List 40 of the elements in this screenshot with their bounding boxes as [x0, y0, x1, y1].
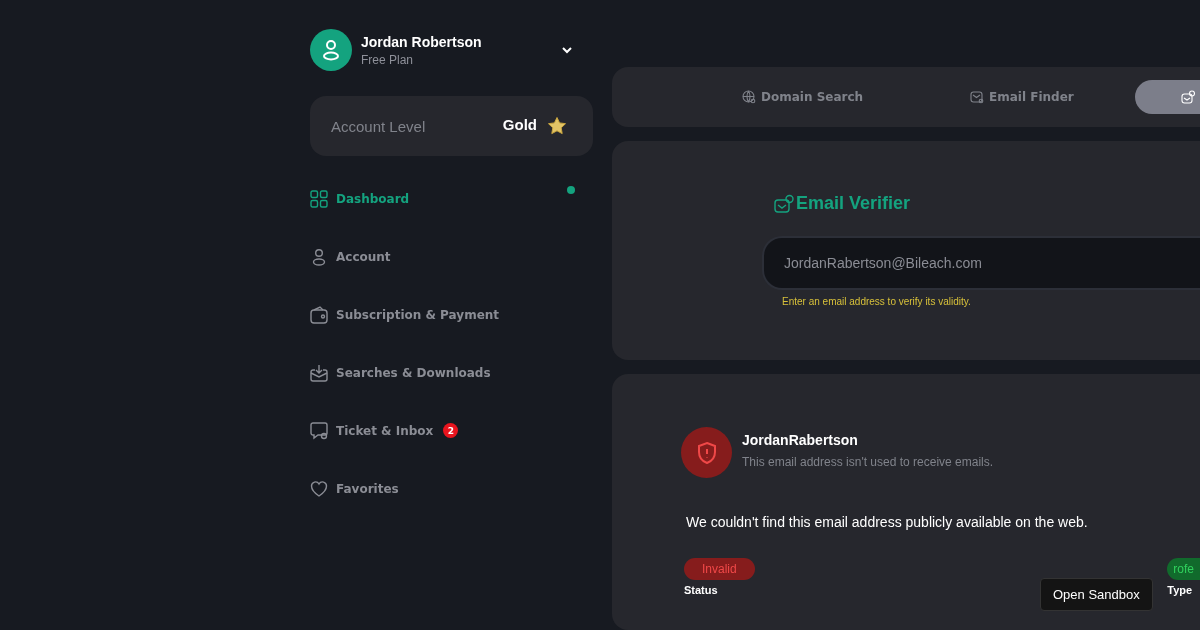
- email-input-field[interactable]: JordanRabertson@Bileach.com: [762, 236, 1200, 290]
- result-subtitle: This email address isn't used to receive emails.: [742, 455, 994, 469]
- count-badge: 2: [443, 423, 459, 438]
- result-name: JordanRabertson: [742, 432, 859, 448]
- field-label: Status: [684, 584, 719, 596]
- heart-icon: [310, 479, 328, 498]
- wallet-icon: [310, 305, 328, 324]
- sidebar-item[interactable]: Dashboard: [310, 180, 593, 217]
- grid-icon: [310, 189, 328, 208]
- field-label: Type: [1167, 584, 1194, 596]
- download-icon: [310, 363, 328, 382]
- sidebar-item[interactable]: Ticket & Inbox 2: [310, 412, 593, 449]
- chat-icon: [310, 421, 328, 440]
- user-plan: Free Plan: [361, 52, 415, 67]
- account-level-value: Gold: [502, 115, 537, 133]
- user-name: Jordan Robertson: [361, 33, 483, 50]
- globe-icon: [742, 90, 756, 104]
- result-message: We couldn't find this email address publicly available on the web.: [686, 514, 1089, 530]
- field-hint: Enter an email address to verify its validity.: [782, 296, 972, 307]
- mail-check-icon: [1181, 90, 1195, 104]
- tab[interactable]: [1135, 80, 1200, 114]
- mail-search-icon: [970, 90, 984, 104]
- tab[interactable]: Email Finder: [970, 80, 1135, 114]
- sidebar-item[interactable]: Favorites: [310, 470, 593, 507]
- sidebar-item[interactable]: Subscription & Payment: [310, 296, 593, 333]
- mail-check-icon: [774, 193, 794, 214]
- account-level-label: Account Level: [331, 117, 427, 135]
- sidebar-item[interactable]: Account: [310, 238, 593, 275]
- star-icon: [547, 116, 567, 136]
- avatar: [310, 29, 352, 71]
- verifier-title: Email Verifier: [796, 193, 911, 214]
- sidebar-item[interactable]: Searches & Downloads: [310, 354, 593, 391]
- user-icon: [310, 247, 328, 266]
- shield-alert-icon: [681, 427, 732, 478]
- status-badge: Invalid: [684, 558, 755, 580]
- status-badge: rofe: [1167, 558, 1200, 580]
- active-dot: [567, 186, 575, 194]
- chevron-down-icon[interactable]: [561, 46, 573, 54]
- tab[interactable]: Domain Search: [742, 80, 970, 114]
- tooltip: Open Sandbox: [1040, 578, 1153, 611]
